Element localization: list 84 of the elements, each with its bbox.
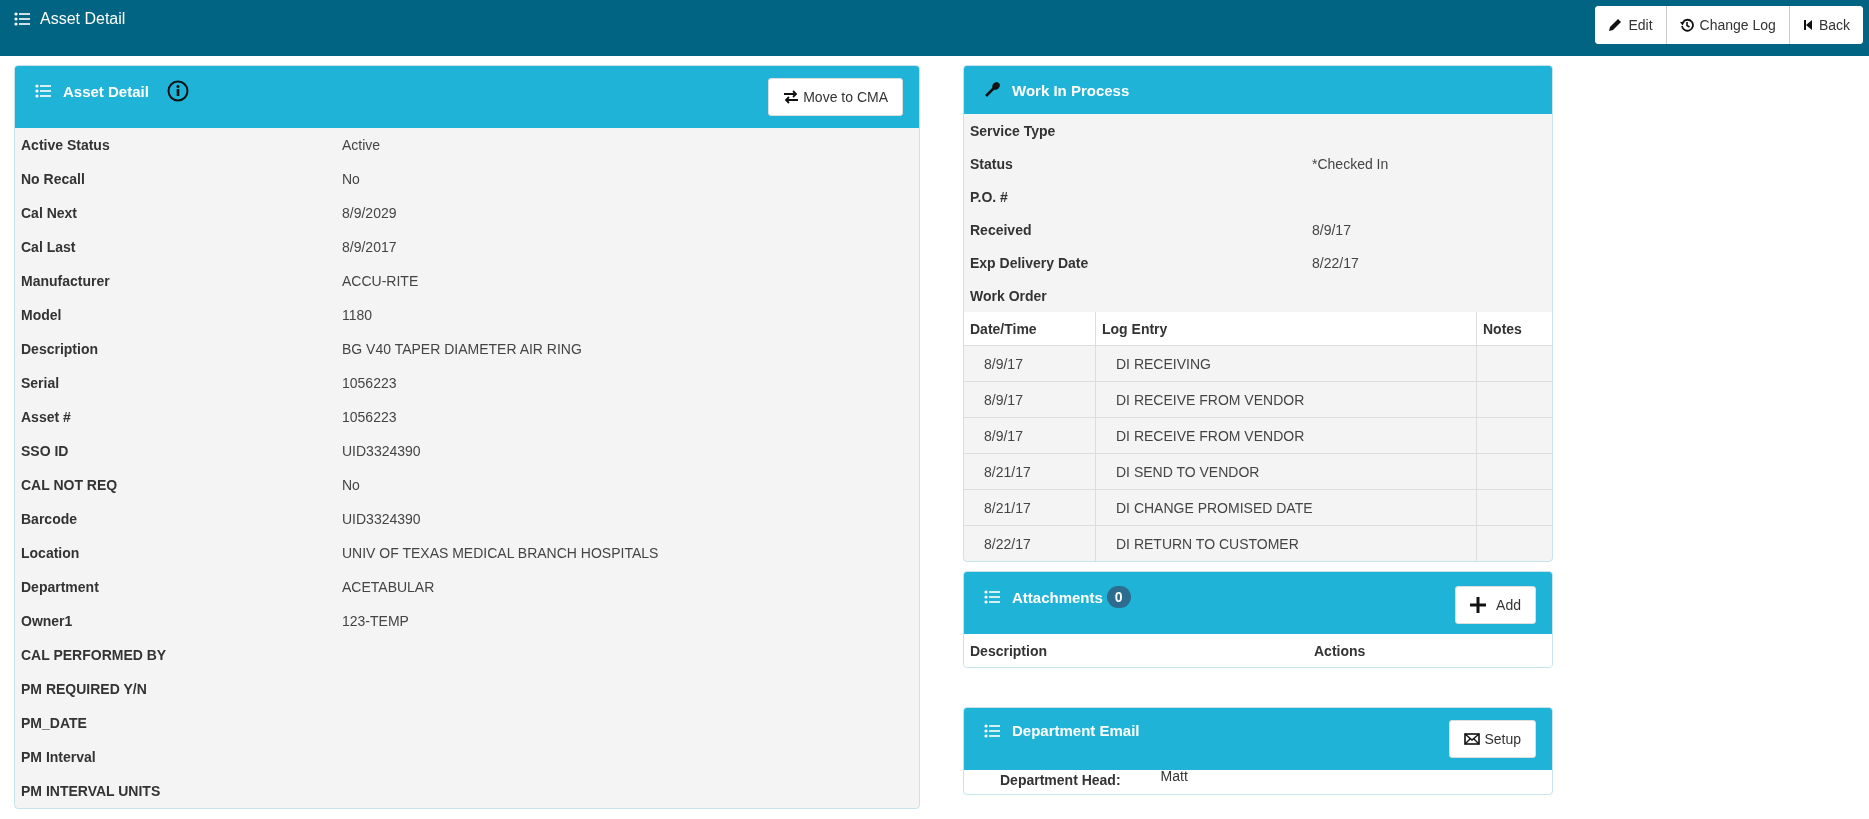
table-cell: DI RECEIVE FROM VENDOR (1095, 417, 1477, 454)
table-cell: DI RECEIVE FROM VENDOR (1095, 381, 1477, 418)
field-value: *Checked In (1312, 155, 1389, 172)
skip-back-icon (1802, 19, 1813, 31)
list-icon (984, 723, 1000, 738)
field-value: 1056223 (342, 375, 397, 391)
field-label: Serial (21, 375, 61, 391)
field-label: Location (21, 545, 81, 561)
field-label: Work Order (970, 287, 1048, 304)
field-label: Barcode (21, 511, 79, 527)
field-label: Cal Next (21, 205, 79, 221)
table-cell: DI RECEIVING (1095, 345, 1477, 382)
field-value: 8/9/17 (1312, 221, 1351, 238)
column-header: Notes (1476, 312, 1552, 346)
field-label: Service Type (970, 122, 1057, 139)
field-label: Owner1 (21, 613, 74, 629)
table-cell: 8/9/17 (964, 345, 1096, 382)
field-label: SSO ID (21, 443, 70, 459)
panel-title: Department Email (1012, 722, 1140, 739)
column-header: Date/Time (964, 312, 1096, 346)
panel-title: Attachments (1012, 588, 1103, 606)
field-value: 1056223 (342, 409, 397, 425)
field-label: No Recall (21, 171, 86, 187)
field-label: P.O. # (970, 188, 1009, 205)
pencil-icon (1608, 18, 1623, 32)
table-cell: DI SEND TO VENDOR (1095, 453, 1477, 490)
field-value: Matt (1160, 768, 1188, 786)
field-label: Description (21, 341, 99, 357)
field-value: 8/9/2029 (342, 205, 397, 221)
list-icon (984, 590, 1000, 604)
page-title: Asset Detail (40, 10, 126, 28)
field-label: Department Head: (1000, 772, 1121, 788)
panel-title: Asset Detail (63, 82, 149, 100)
back-button[interactable]: Back (1788, 6, 1863, 44)
field-value: 8/9/2017 (342, 239, 397, 255)
table-cell: DI CHANGE PROMISED DATE (1095, 489, 1477, 526)
field-value: ACCU-RITE (342, 273, 419, 289)
field-value: ACETABULAR (342, 579, 435, 595)
field-value: 8/22/17 (1312, 254, 1359, 271)
field-value: 123-TEMP (342, 613, 409, 629)
field-label: Model (21, 307, 63, 323)
field-label: Manufacturer (21, 273, 111, 289)
field-value: No (342, 171, 360, 187)
table-cell: 8/21/17 (964, 453, 1096, 490)
field-label: CAL PERFORMED BY (21, 647, 168, 663)
table-cell: 8/21/17 (964, 489, 1096, 526)
envelope-icon (1464, 733, 1481, 745)
field-value: UID3324390 (342, 443, 421, 459)
column-header: Actions (1314, 642, 1366, 659)
list-icon (35, 84, 51, 98)
field-value: UNIV OF TEXAS MEDICAL BRANCH HOSPITALS (342, 545, 659, 561)
field-label: Status (970, 155, 1014, 172)
field-label: Cal Last (21, 239, 77, 255)
field-label: Received (970, 221, 1033, 238)
table-cell: DI RETURN TO CUSTOMER (1095, 525, 1477, 561)
add-button[interactable]: Add (1455, 586, 1536, 624)
field-label: Exp Delivery Date (970, 254, 1090, 271)
field-label: Asset # (21, 409, 72, 425)
info-icon[interactable] (166, 80, 189, 102)
setup-button[interactable]: Setup (1449, 720, 1536, 758)
field-label: Active Status (21, 137, 111, 153)
field-value: 1180 (342, 307, 373, 323)
swap-arrows-icon (783, 90, 800, 104)
table-cell: 8/9/17 (964, 381, 1096, 418)
plus-icon (1470, 597, 1487, 613)
count-badge: 0 (1106, 586, 1131, 608)
list-icon (14, 12, 30, 26)
field-label: PM REQUIRED Y/N (21, 681, 148, 697)
field-label: PM_DATE (21, 715, 88, 731)
table-cell: 8/9/17 (964, 417, 1096, 454)
field-label: CAL NOT REQ (21, 477, 119, 493)
column-header: Description (970, 642, 1048, 659)
column-header: Log Entry (1095, 312, 1477, 346)
field-value: UID3324390 (342, 511, 421, 527)
field-value: BG V40 TAPER DIAMETER AIR RING (342, 341, 582, 357)
field-value: Active (342, 137, 381, 153)
table-cell: 8/22/17 (964, 525, 1096, 561)
field-label: PM INTERVAL UNITS (21, 783, 162, 799)
move-to-cma-button[interactable]: Move to CMA (768, 78, 903, 116)
field-label: PM Interval (21, 749, 97, 765)
panel-title: Work In Process (1012, 81, 1130, 99)
history-icon (1679, 18, 1694, 32)
field-value: No (342, 477, 360, 493)
field-label: Department (21, 579, 100, 595)
